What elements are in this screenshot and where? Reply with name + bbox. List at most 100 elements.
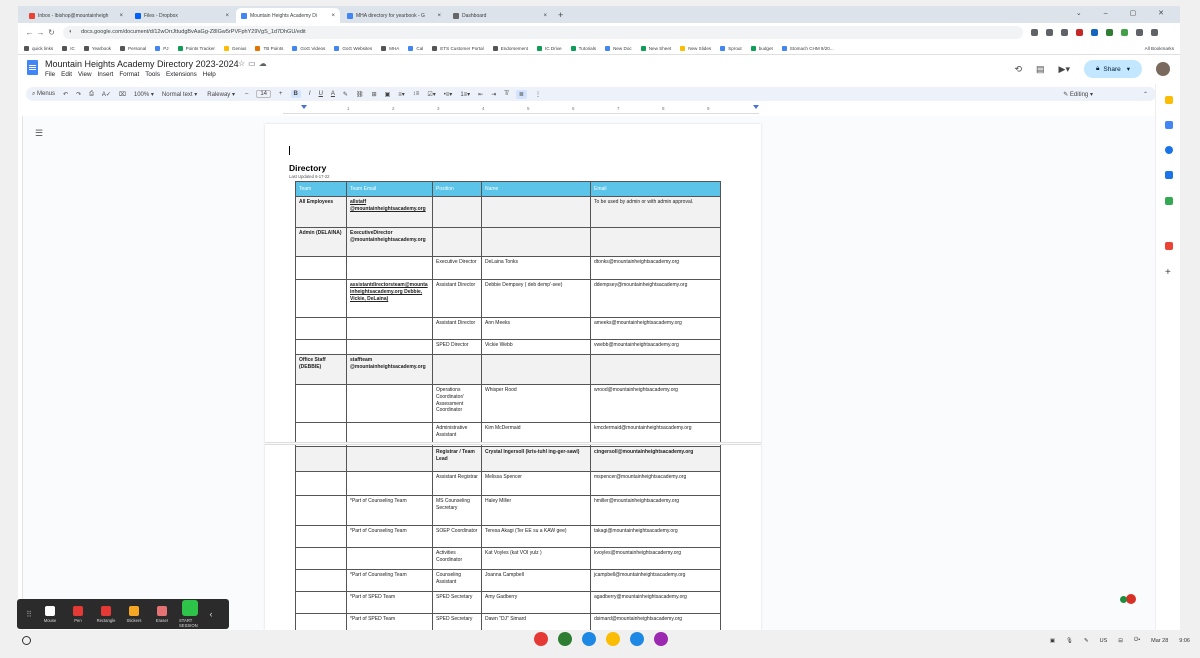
table-cell-email[interactable]: ddempsey@mountainheightsacademy.org [590,279,721,318]
profile-icon[interactable] [1151,29,1158,36]
table-row[interactable]: Registrar / Team Lead Crystal Ingersoll (… [295,446,721,472]
table-cell-position[interactable]: Assistant Director [432,279,482,318]
table-cell-email[interactable]: takagi@mountainheightsacademy.org [590,525,721,548]
table-cell-position[interactable]: Executive Director [432,256,482,280]
editing-mode-select[interactable]: ✎ Editing ▾ [1063,91,1093,98]
bookmark-item[interactable]: New Slides [680,45,711,51]
table-cell-position[interactable] [432,196,482,228]
table-cell-team[interactable] [295,384,347,423]
menu-insert[interactable]: Insert [98,71,114,78]
table-row[interactable]: *Part of Counseling Team MS Counseling Se… [295,495,721,526]
table-cell-position[interactable]: Activities Coordinator [432,547,482,570]
table-cell-team[interactable] [295,279,347,318]
locale-indicator[interactable]: US [1100,638,1108,644]
folder-icon[interactable] [630,632,644,646]
table-cell-position[interactable] [432,227,482,257]
align-icon[interactable]: ≡▾ [398,91,405,98]
menu-tools[interactable]: Tools [145,71,160,78]
keep-icon[interactable] [1165,96,1173,104]
document-canvas[interactable]: ☰ Directory Last Updated 6-17-22 Team Tea… [18,116,1155,630]
table-cell-team[interactable] [295,569,347,592]
table-row[interactable]: SPED Director Vickie Webb vwebb@mountainhe… [295,339,721,355]
maps-icon[interactable] [1165,197,1173,205]
close-icon[interactable]: × [225,13,229,19]
close-icon[interactable]: × [543,13,547,19]
chevron-down-icon[interactable]: ▾ [1127,65,1130,73]
table-cell-name[interactable]: DeLaina Tonks [481,256,591,280]
table-cell-name[interactable]: Joanna Campbell [481,569,591,592]
table-cell-name[interactable]: Crystal Ingersoll (kris-tuhl ing-ger-saw… [481,446,591,472]
table-cell-team[interactable]: Office Staff (DEBBIE) [295,354,347,385]
close-icon[interactable]: × [119,13,123,19]
extension-icon[interactable] [1091,29,1098,36]
url-field[interactable]: docs.google.com/document/d/12wOrrJttudgB… [63,26,1023,39]
menu-extensions[interactable]: Extensions [166,71,197,78]
table-row[interactable]: assistantdirectorsteam@mountainheightsac… [295,279,721,318]
table-row[interactable]: *Part of Counseling Team Counseling Assis… [295,569,721,592]
notifications-icon[interactable]: ⊟ [1118,638,1123,644]
table-row[interactable]: Activities Coordinator Kat Voyles (kat VO… [295,547,721,570]
table-cell-team-email[interactable]: *Part of Counseling Team [346,495,433,526]
table-cell-team-email[interactable]: *Part of SPED Team [346,591,433,614]
reload-icon[interactable]: ↻ [46,28,57,37]
table-cell-team[interactable] [295,446,347,472]
all-bookmarks[interactable]: All Bookmarks [1145,46,1174,51]
document-title[interactable]: Mountain Heights Academy Directory 2023-… [45,59,239,69]
paint-format-icon[interactable]: ⌧ [119,91,126,98]
bookmark-item[interactable]: GoG Websites [334,45,372,51]
comment-icon[interactable]: ⊞ [372,91,377,98]
table-cell-team[interactable]: Admin (DELAINA) [295,227,347,257]
table-cell-team[interactable] [295,591,347,614]
star-icon[interactable] [1061,29,1068,36]
table-cell-position[interactable]: MS Counseling Secretary [432,495,482,526]
document-page[interactable]: Directory Last Updated 6-17-22 Team Team … [265,124,761,630]
annot-tool-button[interactable]: Eraser [151,605,173,623]
table-cell-position[interactable]: SPED Secretary [432,591,482,614]
column-header[interactable]: Email [590,181,721,197]
table-cell-team[interactable] [295,495,347,526]
meet-icon[interactable]: ▶▾ [1059,64,1070,75]
decrease-font-size-button[interactable]: – [245,91,248,97]
table-cell-position[interactable] [432,354,482,385]
menu-edit[interactable]: Edit [61,71,72,78]
classroom-icon[interactable] [558,632,572,646]
table-cell-name[interactable]: Amy Gadberry [481,591,591,614]
table-cell-team-email[interactable] [346,317,433,340]
table-cell-position[interactable]: Assistant Registrar [432,471,482,496]
table-cell-team[interactable] [295,471,347,496]
bookmark-item[interactable]: ETS Customer Portal [432,45,484,51]
font-select[interactable]: Raleway ▾ [207,91,235,98]
new-tab-icon[interactable]: + [558,8,563,23]
table-cell-email[interactable]: dsimard@mountainheightsacademy.org [590,613,721,630]
increase-indent-icon[interactable]: ⇥ [491,91,496,98]
numbered-list-icon[interactable]: 1≡▾ [460,91,470,98]
date-display[interactable]: Mar 28 [1151,638,1168,644]
table-cell-name[interactable]: Kat Voyles (kat VOI yulz ) [481,547,591,570]
table-cell-team[interactable] [295,339,347,355]
table-cell-email[interactable]: ameeks@mountainheightsacademy.org [590,317,721,340]
table-cell-team[interactable] [295,317,347,340]
table-row[interactable]: Admin (DELAINA) ExecutiveDirector @mounta… [295,227,721,257]
table-cell-team[interactable] [295,547,347,570]
browser-tab[interactable]: Mountain Heights Academy Di × [236,8,340,23]
screen-recorder-icon[interactable] [534,632,548,646]
calendar-icon[interactable] [1165,121,1173,129]
collapse-icon[interactable]: ‹ [207,609,215,619]
table-cell-position[interactable]: SPED Director [432,339,482,355]
system-tray[interactable]: ▣ 🎙︎ ✎ US ⊟ ⏻• Mar 28 9:06 [1050,637,1190,644]
table-cell-team-email[interactable]: *Part of Counseling Team [346,569,433,592]
table-cell-team[interactable] [295,613,347,630]
redo-icon[interactable]: ↷ [76,91,81,98]
mic-icon[interactable]: 🎙︎ [1066,638,1073,644]
table-cell-name[interactable]: Haley Miller [481,495,591,526]
annot-tool-button[interactable]: Pen [67,605,89,623]
table-cell-email[interactable]: To be used by admin or with admin approv… [590,196,721,228]
bookmark-item[interactable]: Yearbook [83,45,111,51]
bulleted-list-icon[interactable]: •≡▾ [444,91,453,98]
column-header[interactable]: Name [481,181,591,197]
table-cell-email[interactable] [590,354,721,385]
zoom-select[interactable]: 100% ▾ [134,91,154,98]
table-cell-position[interactable]: Counseling Assistant [432,569,482,592]
bookmark-item[interactable]: Endorsement [492,45,528,51]
browser-tab[interactable]: Files - Dropbox × [130,8,234,23]
